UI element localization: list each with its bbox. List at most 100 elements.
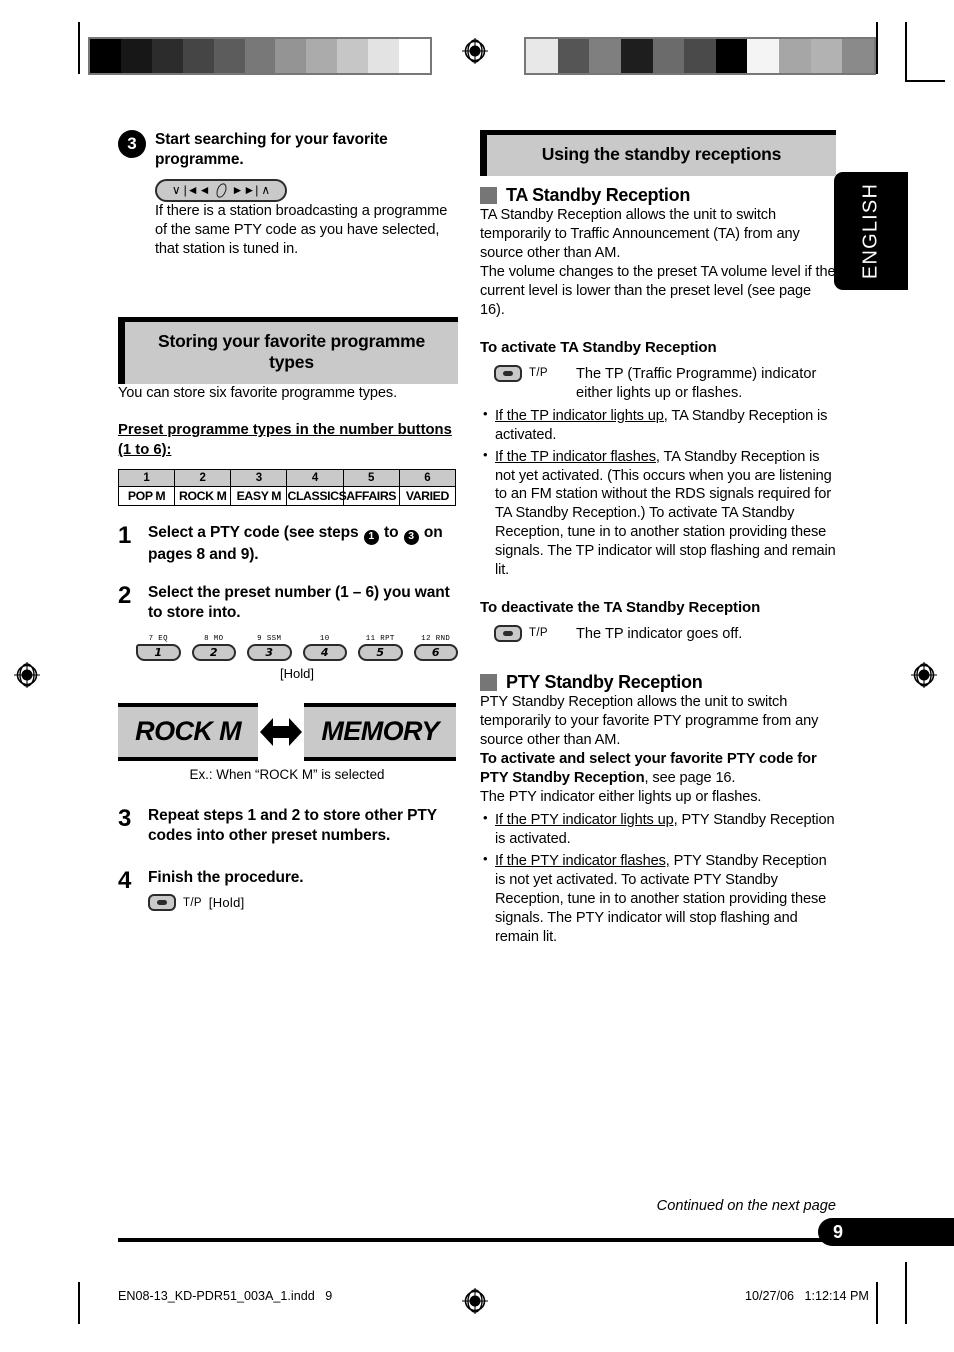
ta-paragraph-1: TA Standby Reception allows the unit to … [480,207,800,262]
ta-deactivate-description: The TP indicator goes off. [576,625,743,642]
step-1-title: Select a PTY code (see steps 1 to 3 on p… [148,523,458,564]
ta-activate-heading: To activate TA Standby Reception [480,339,717,357]
pty-bullet-emphasis: If the PTY indicator lights up, [495,812,678,829]
preset-button-caption: 12 RND [421,634,451,643]
step-3-body: If there is a station broadcasting a pro… [155,202,448,257]
step-4-hold-label: [Hold] [208,895,245,911]
right-column: Using the standby receptions TA Standby … [480,130,836,947]
calibration-swatch [779,39,811,73]
calibration-swatch [810,39,843,73]
ta-bullet-emphasis: If the TP indicator lights up, [495,407,668,424]
calibration-swatch [213,39,245,73]
step-3-repeat: 3 Repeat steps 1 and 2 to store other PT… [118,806,458,846]
heading-pty-standby: PTY Standby Reception [480,672,836,693]
preset-number-cell: 2 [174,469,232,488]
step-number-circle: 3 [118,130,146,158]
step-3-repeat-title: Repeat steps 1 and 2 to store other PTY … [148,806,437,844]
calibration-swatch [715,39,748,73]
calibration-swatch [399,39,430,73]
track-next-icon: ►►| [231,183,259,198]
page-number-badge: 9 [818,1218,954,1246]
preset-button-2: 2 [191,643,236,661]
preset-button-cell: 8 MO 2 [191,635,236,661]
ta-deactivate-row: T/P The TP indicator goes off. [480,624,836,644]
preset-heading: Preset programme types in the number but… [118,422,452,458]
preset-type-cell: ROCK M [174,486,232,507]
pty-activate-line: To activate and select your favorite PTY… [480,750,836,788]
pty-bullet-emphasis: If the PTY indicator flashes, [495,853,670,870]
step-2: 2 Select the preset number (1 – 6) you w… [118,583,458,623]
preset-number-cell: 5 [342,469,400,488]
display-example-caption: Ex.: When “ROCK M” is selected [189,766,385,782]
double-arrow-icon [258,702,305,761]
step-4: 4 Finish the procedure. T/P [Hold] [118,868,458,912]
preset-button-1: 1 [136,643,181,661]
tp-button-dot-icon [503,370,513,376]
pty-bullet-item: If the PTY indicator lights up, PTY Stan… [480,810,836,849]
step-4-title: Finish the procedure. [148,868,304,886]
section-banner-storing: Storing your favorite programme types [118,316,458,385]
heading-ta-standby-label: TA Standby Reception [506,185,691,206]
preset-button-caption: 11 RPT [365,634,395,643]
preset-type-cell: EASY M [230,486,288,507]
grayscale-calibration-bar-left [88,37,432,75]
step-1-title-part-b: to [379,524,403,542]
preset-type-cell: VARIED [398,486,457,507]
registration-mark-top [462,38,488,64]
ta-bullet-emphasis: If the TP indicator flashes, [495,448,660,465]
calibration-swatch [306,39,338,73]
step-1-number: 1 [118,522,132,550]
calibration-swatch [368,39,400,73]
continued-note: Continued on the next page [656,1198,836,1214]
left-column: 3 Start searching for your favorite prog… [117,130,458,912]
ta-deactivate-tp-label: T/P [529,627,548,640]
ta-paragraph-2: The volume changes to the preset TA volu… [480,264,836,319]
preset-programme-types-table: 123456 POP M ROCK M EASY M CLASSICS AFFAIRS V… [117,469,457,507]
inline-circle-1: 1 [363,529,379,545]
crop-mark-bottom-outer-vertical [905,1262,907,1324]
step-3-repeat-number: 3 [118,804,132,832]
calibration-swatch [589,39,621,73]
ta-bullet-list: If the TP indicator lights up, TA Standb… [480,406,836,581]
preset-button-4: 4 [302,643,347,661]
step-1-title-part-a: Select a PTY code (see steps [148,524,363,542]
pty-activate-rest: , see page 16. [644,769,736,786]
language-tab-english: ENGLISH [834,172,908,290]
tp-button-dot-icon [503,630,513,636]
language-tab-label: ENGLISH [859,182,882,280]
ta-activate-row: T/P The TP (Traffic Programme) indicator… [480,364,836,403]
square-bullet-icon [480,673,497,691]
step-4-tp-label: T/P [183,896,202,909]
ta-bullet-text: TA Standby Reception is not yet activate… [495,448,836,579]
preset-button-cell: 11 RPT 5 [358,635,403,661]
table-row-numbers: 123456 [117,469,457,488]
seek-control-graphic: ∨ |◄◄ ►►| ∧ [155,178,287,202]
preset-button-cell: 9 SSM 3 [247,635,292,661]
heading-pty-standby-label: PTY Standby Reception [506,671,703,692]
preset-button-cell: 12 RND 6 [413,634,458,661]
display-right-text: MEMORY [304,702,456,761]
step-2-title: Select the preset number (1 – 6) you wan… [148,584,450,622]
storing-intro: You can store six favorite programme typ… [118,385,398,402]
preset-number-cell: 3 [230,469,288,488]
crop-mark-bottom-right-vertical [876,1282,878,1324]
preset-number-cell: 1 [117,469,176,488]
ta-bullet-item: If the TP indicator lights up, TA Standb… [480,406,836,445]
calibration-swatch [652,39,685,73]
preset-button-caption: 7 EQ [148,634,168,643]
ta-bullet-item: If the TP indicator flashes, TA Standby … [480,447,836,581]
preset-number-cell: 6 [398,469,457,488]
table-row-types: POP M ROCK M EASY M CLASSICS AFFAIRS VARIED [117,486,457,507]
registration-mark-right [911,662,937,688]
square-bullet-icon [480,187,497,205]
preset-button-3: 3 [247,643,292,661]
tp-button-icon [148,894,176,912]
calibration-swatch [842,39,875,73]
section-banner-standby: Using the standby receptions [480,130,836,177]
display-left-text: ROCK M [118,702,259,761]
ta-deactivate-heading: To deactivate the TA Standby Reception [480,599,761,617]
calibration-swatch [244,39,276,73]
ta-activate-button-group: T/P [480,364,576,382]
calibration-swatch [151,39,183,73]
ta-activate-tp-label: T/P [529,367,548,380]
